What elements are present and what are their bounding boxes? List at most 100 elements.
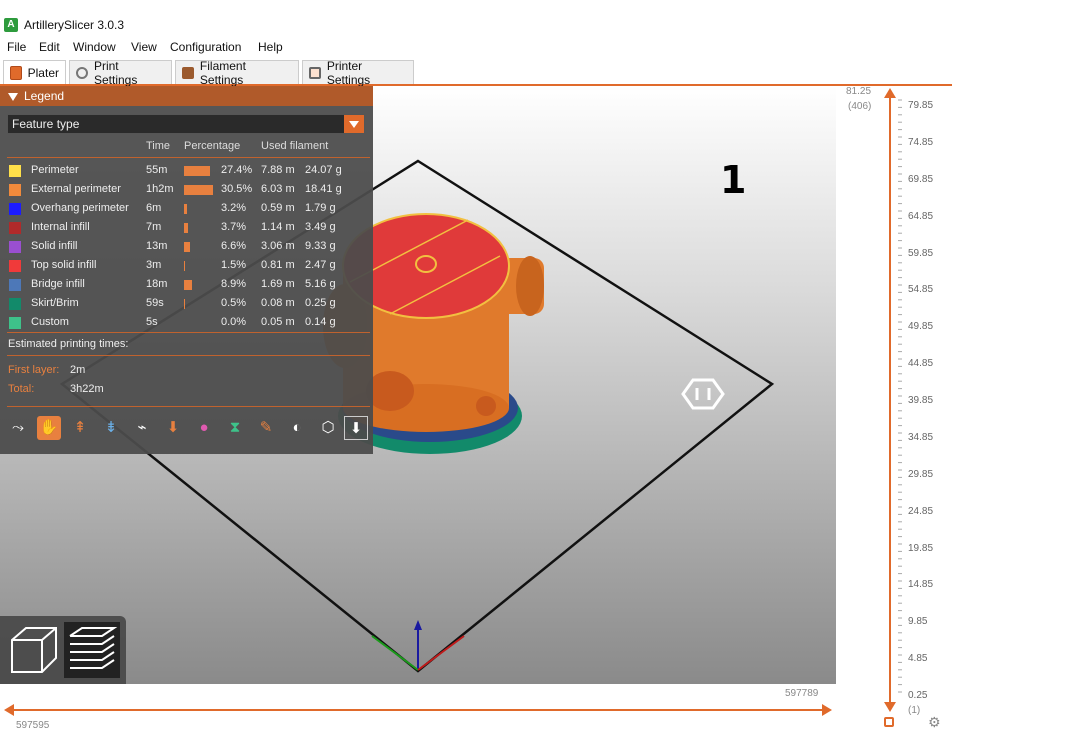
feature-time: 18m	[146, 278, 168, 290]
tab-printer-settings[interactable]: Printer Settings	[302, 58, 414, 87]
legend-row[interactable]: Solid infill 13m 6.6% 3.06 m 9.33 g	[0, 238, 373, 257]
layer-height-tick: 74.85	[908, 137, 934, 148]
percentage-bar	[184, 242, 190, 252]
move-slider[interactable]	[0, 701, 836, 721]
layer-height-tick: 79.85	[908, 100, 934, 111]
feature-name: Skirt/Brim	[31, 297, 79, 309]
feature-percent: 0.5%	[221, 297, 247, 309]
right-flange	[516, 256, 544, 316]
3d-view-icon[interactable]	[6, 622, 62, 678]
feature-length: 6.03 m	[261, 183, 295, 195]
chevron-down-icon[interactable]	[344, 115, 364, 133]
menu-view[interactable]: View	[131, 40, 157, 54]
tab-printer-settings-label: Printer Settings	[326, 58, 371, 87]
color-changes-icon[interactable]: ●	[192, 416, 216, 440]
tab-plater[interactable]: Plater	[3, 60, 66, 84]
lock-icon[interactable]	[884, 717, 894, 727]
percentage-bar	[184, 204, 187, 214]
feature-length: 0.08 m	[261, 297, 295, 309]
feature-length: 0.05 m	[261, 316, 295, 328]
menu-file[interactable]: File	[7, 40, 26, 54]
color-swatch	[9, 184, 21, 196]
divider	[7, 332, 370, 333]
travel-icon[interactable]: ⤳	[6, 416, 30, 440]
tab-filament-settings[interactable]: Filament Settings	[175, 58, 299, 87]
legend-header[interactable]: Legend	[0, 86, 373, 106]
center-of-gravity-icon[interactable]: ◐	[285, 416, 309, 440]
feature-percent: 6.6%	[221, 240, 247, 252]
preview-layers-icon[interactable]	[64, 622, 120, 678]
color-swatch	[9, 279, 21, 291]
feature-length: 1.14 m	[261, 221, 295, 233]
layer-height-tick: 54.85	[908, 284, 934, 295]
tool-marker-icon[interactable]: ⬇	[344, 416, 368, 440]
feature-percent: 27.4%	[221, 164, 253, 176]
view-type-select[interactable]: Feature type	[7, 114, 365, 134]
tab-filament-settings-label: Filament Settings	[199, 58, 246, 87]
estimated-times-label: Estimated printing times:	[8, 338, 129, 350]
layer-height-tick: 9.85	[908, 616, 928, 627]
collapse-triangle-icon	[8, 92, 18, 101]
move-slider-left-value: 597595	[16, 720, 50, 731]
tool-changes-icon[interactable]: ⬇	[161, 416, 185, 440]
view-type-value: Feature type	[12, 117, 80, 131]
slider-top-value: 81.25	[846, 86, 872, 97]
percentage-bar	[184, 185, 213, 195]
gear-icon[interactable]: ⚙	[928, 714, 941, 731]
feature-weight: 0.25 g	[305, 297, 336, 309]
color-swatch	[9, 222, 21, 234]
menu-window[interactable]: Window	[73, 40, 116, 54]
feature-name: Bridge infill	[31, 278, 85, 290]
menu-help[interactable]: Help	[258, 40, 283, 54]
3d-viewport[interactable]: Legend Feature type Time Percentage Used…	[0, 86, 836, 684]
main-tabs: Plater Print Settings Filament Settings …	[0, 58, 952, 87]
feature-time: 1h2m	[146, 183, 174, 195]
deretractions-icon[interactable]: ⇟	[99, 416, 123, 440]
feature-time: 59s	[146, 297, 164, 309]
feature-time: 7m	[146, 221, 162, 233]
feature-weight: 9.33 g	[305, 240, 336, 252]
layer-height-tick: 29.85	[908, 469, 934, 480]
x-axis	[417, 635, 465, 671]
percentage-bar	[184, 261, 185, 271]
layer-slider[interactable]	[872, 86, 912, 736]
col-used-filament: Used filament	[261, 140, 329, 152]
title-bar: A ArtillerySlicer 3.0.3	[0, 16, 952, 36]
legend-row[interactable]: Skirt/Brim 59s 0.5% 0.08 m 0.25 g	[0, 295, 373, 314]
first-layer-value: 2m	[70, 364, 86, 376]
shells-icon[interactable]: ⬡	[316, 416, 340, 440]
wipe-icon[interactable]: ✋	[37, 416, 61, 440]
feature-name: Overhang perimeter	[31, 202, 129, 214]
feature-time: 55m	[146, 164, 168, 176]
legend-row[interactable]: Bridge infill 18m 8.9% 1.69 m 5.16 g	[0, 276, 373, 295]
total-label: Total:	[8, 383, 35, 395]
front-boss	[476, 396, 496, 416]
custom-gcode-icon[interactable]: ✎	[254, 416, 278, 440]
feature-percent: 0.0%	[221, 316, 247, 328]
menu-edit[interactable]: Edit	[39, 40, 60, 54]
retractions-icon[interactable]: ⇞	[68, 416, 92, 440]
legend-row[interactable]: Overhang perimeter 6m 3.2% 0.59 m 1.79 g	[0, 200, 373, 219]
color-swatch	[9, 165, 21, 177]
pause-icon[interactable]: ⧗	[223, 416, 247, 440]
color-swatch	[9, 260, 21, 272]
feature-weight: 2.47 g	[305, 259, 336, 271]
feature-length: 3.06 m	[261, 240, 295, 252]
move-slider-left-handle-icon	[4, 704, 14, 716]
slider-top-layer: (406)	[848, 101, 872, 112]
feature-name: External perimeter	[31, 183, 121, 195]
percentage-bar	[184, 299, 185, 309]
print-settings-icon	[76, 66, 88, 79]
seams-icon[interactable]: ⌁	[130, 416, 154, 440]
feature-weight: 1.79 g	[305, 202, 336, 214]
feature-time: 13m	[146, 240, 168, 252]
tab-print-settings[interactable]: Print Settings	[69, 59, 172, 87]
legend-row[interactable]: Custom 5s 0.0% 0.05 m 0.14 g	[0, 314, 373, 333]
legend-row[interactable]: Internal infill 7m 3.7% 1.14 m 3.49 g	[0, 219, 373, 238]
menu-configuration[interactable]: Configuration	[170, 40, 241, 54]
legend-row[interactable]: External perimeter 1h2m 30.5% 6.03 m 18.41 g	[0, 181, 373, 200]
slider-upper-handle-icon	[884, 88, 896, 98]
legend-row[interactable]: Top solid infill 3m 1.5% 0.81 m 2.47 g	[0, 257, 373, 276]
legend-row[interactable]: Perimeter 55m 27.4% 7.88 m 24.07 g	[0, 162, 373, 181]
tab-plater-label: Plater	[27, 65, 59, 80]
